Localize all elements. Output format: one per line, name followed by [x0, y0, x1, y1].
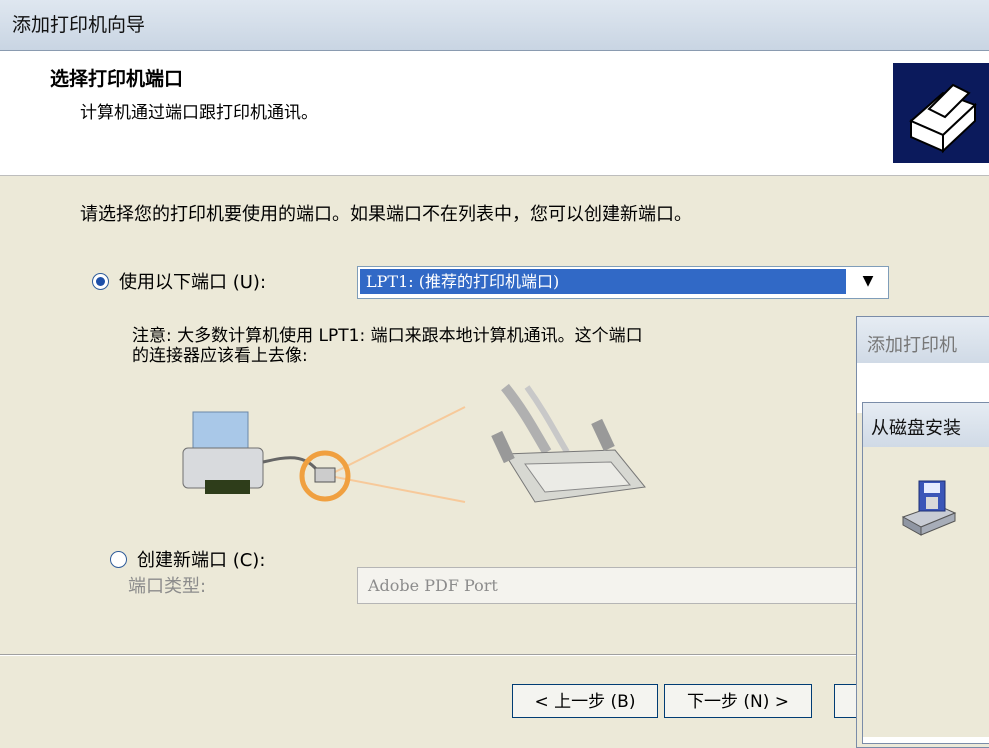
- install-from-disk-title: 从磁盘安装: [863, 403, 989, 447]
- use-port-label: 使用以下端口 (U):: [119, 272, 267, 293]
- note-line-2: 的连接器应该看上去像:: [132, 346, 308, 366]
- back-button[interactable]: < 上一步 (B): [512, 684, 658, 718]
- instruction-text: 请选择您的打印机要使用的端口。如果端口不在列表中，您可以创建新端口。: [80, 204, 692, 225]
- page-subtitle: 计算机通过端口跟打印机通讯。: [80, 103, 318, 123]
- note-line-1: 注意: 大多数计算机使用 LPT1: 端口来跟本地计算机通讯。这个端口: [132, 326, 643, 346]
- port-type-select: Adobe PDF Port: [357, 567, 859, 604]
- disk-drive-icon: [897, 477, 961, 541]
- lpt-connector-illustration: [175, 382, 665, 532]
- divider: [0, 654, 860, 656]
- add-printer-dialog-title: 添加打印机: [857, 317, 989, 363]
- install-from-disk-body: [863, 447, 989, 737]
- title-bar: 添加打印机向导: [0, 0, 989, 51]
- port-type-value: Adobe PDF Port: [368, 576, 498, 595]
- use-port-radio[interactable]: [92, 272, 109, 290]
- page-title: 选择打印机端口: [50, 68, 184, 90]
- note-text: 注意: 大多数计算机使用 LPT1: 端口来跟本地计算机通讯。这个端口 的连接器…: [132, 326, 844, 366]
- port-type-label: 端口类型:: [128, 576, 207, 597]
- install-from-disk-dialog: 从磁盘安装: [862, 402, 989, 744]
- wizard-header: 选择打印机端口 计算机通过端口跟打印机通讯。: [0, 51, 989, 176]
- port-select[interactable]: LPT1: (推荐的打印机端口) ▼: [357, 266, 889, 299]
- create-port-option[interactable]: 创建新端口 (C):: [110, 546, 265, 572]
- printer-wizard-icon: [893, 63, 989, 163]
- next-button[interactable]: 下一步 (N) >: [664, 684, 812, 718]
- create-port-label: 创建新端口 (C):: [137, 550, 266, 571]
- create-port-radio[interactable]: [110, 550, 127, 568]
- wizard-body: 请选择您的打印机要使用的端口。如果端口不在列表中，您可以创建新端口。 使用以下端…: [0, 176, 989, 736]
- chevron-down-icon[interactable]: ▼: [850, 269, 886, 294]
- port-select-value: LPT1: (推荐的打印机端口): [360, 269, 846, 294]
- window-title: 添加打印机向导: [12, 14, 146, 36]
- use-port-option[interactable]: 使用以下端口 (U):: [92, 268, 266, 294]
